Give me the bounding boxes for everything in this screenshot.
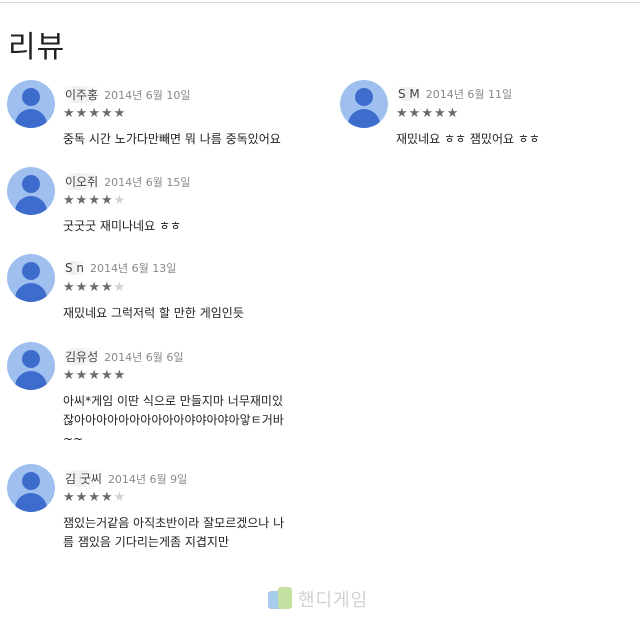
star-rating: ★★★★★ xyxy=(63,106,126,121)
star-filled-icon: ★ xyxy=(75,193,89,208)
star-filled-icon: ★ xyxy=(100,193,114,208)
star-filled-icon: ★ xyxy=(75,106,89,121)
review-date: 2014년 6월 13일 xyxy=(90,262,177,275)
star-filled-icon: ★ xyxy=(75,368,89,383)
star-filled-icon: ★ xyxy=(88,193,101,208)
watermark-text: 핸디게임 xyxy=(298,590,369,611)
review-text: 중독 시간 노가다만빼면 뭐 나름 중독있어요 xyxy=(63,132,281,146)
star-rating: ★★★★★ xyxy=(63,490,126,505)
review-text: 굿굿굿 재미나네요 ㅎㅎ xyxy=(63,219,182,233)
star-filled-icon: ★ xyxy=(396,106,409,121)
avatar xyxy=(7,342,55,390)
star-filled-icon: ★ xyxy=(88,106,101,121)
star-filled-icon: ★ xyxy=(408,106,422,121)
review-author[interactable]: S n xyxy=(63,261,87,275)
review-text: 아씨*게임 이딴 식으로 만들지마 너무재미있 잖아아아아아아아아아아야야아야아… xyxy=(63,394,284,446)
star-filled-icon: ★ xyxy=(88,490,101,505)
star-filled-icon: ★ xyxy=(63,490,76,505)
star-filled-icon: ★ xyxy=(75,280,89,295)
star-filled-icon: ★ xyxy=(63,193,76,208)
star-filled-icon: ★ xyxy=(421,106,434,121)
star-filled-icon: ★ xyxy=(75,490,89,505)
review-date: 2014년 6월 6일 xyxy=(104,351,184,364)
star-filled-icon: ★ xyxy=(446,106,460,121)
star-rating: ★★★★★ xyxy=(396,106,459,121)
star-empty-icon: ★ xyxy=(113,193,127,208)
review-text: 재밌네요 ㅎㅎ 잼밌어요 ㅎㅎ xyxy=(396,132,540,146)
review-date: 2014년 6월 9일 xyxy=(107,473,188,486)
star-filled-icon: ★ xyxy=(433,106,447,121)
review-author[interactable]: S M xyxy=(396,87,422,101)
review-author[interactable]: 김 굿씨 xyxy=(63,470,104,487)
star-filled-icon: ★ xyxy=(113,368,127,383)
review-date: 2014년 6월 15일 xyxy=(104,176,191,189)
avatar xyxy=(340,80,388,128)
star-rating: ★★★★★ xyxy=(63,280,126,295)
avatar xyxy=(7,167,55,215)
review-author[interactable]: 김유성 xyxy=(63,348,101,365)
review-author[interactable]: 이오쥐 xyxy=(63,173,101,190)
star-filled-icon: ★ xyxy=(100,368,114,383)
star-filled-icon: ★ xyxy=(88,280,101,295)
star-rating: ★★★★★ xyxy=(63,193,126,208)
review-date: 2014년 6월 11일 xyxy=(425,88,513,101)
star-filled-icon: ★ xyxy=(100,280,114,295)
star-empty-icon: ★ xyxy=(113,280,127,295)
review-author[interactable]: 이주홍 xyxy=(63,86,101,103)
page-title: 리뷰 xyxy=(8,30,66,65)
review-text: 잼있는거같음 아직초반이라 잘모르겠으나 나 름 잼있음 기다리는게좀 지겹지만 xyxy=(63,516,285,549)
review-date: 2014년 6월 10일 xyxy=(104,89,191,102)
watermark: 핸디게임 xyxy=(268,586,368,612)
star-filled-icon: ★ xyxy=(100,490,114,505)
handy-game-logo-icon xyxy=(268,587,294,611)
avatar xyxy=(7,464,55,512)
star-filled-icon: ★ xyxy=(63,280,76,295)
star-filled-icon: ★ xyxy=(88,368,101,383)
star-filled-icon: ★ xyxy=(63,106,76,121)
top-divider xyxy=(0,2,640,3)
star-filled-icon: ★ xyxy=(63,368,76,383)
review-text: 재밌네요 그럭저럭 할 만한 게임인듯 xyxy=(63,306,244,320)
star-rating: ★★★★★ xyxy=(63,368,126,383)
avatar xyxy=(7,80,55,128)
star-filled-icon: ★ xyxy=(113,106,127,121)
star-empty-icon: ★ xyxy=(113,490,127,505)
star-filled-icon: ★ xyxy=(100,106,114,121)
avatar xyxy=(7,254,55,302)
